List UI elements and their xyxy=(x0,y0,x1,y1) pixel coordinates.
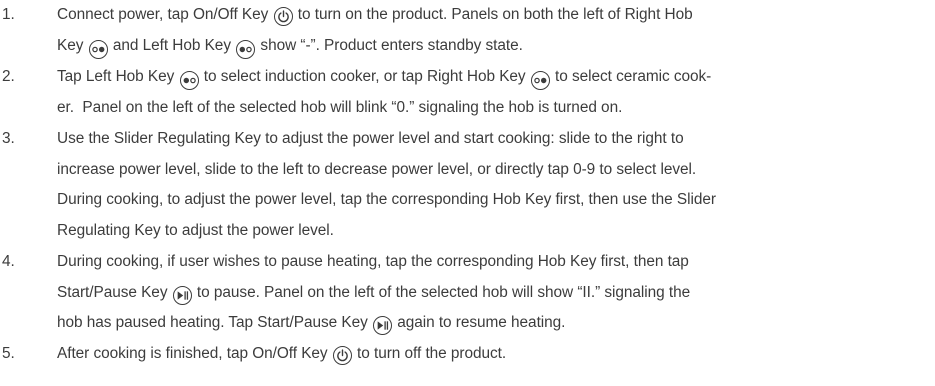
text-line: Key and Left Hob Key show “-”. Product e… xyxy=(57,31,927,62)
start-pause-icon xyxy=(372,316,392,335)
text-segment: to select ceramic cook- xyxy=(550,68,712,85)
step-number: 1. xyxy=(2,6,15,23)
text-line: After cooking is finished, tap On/Off Ke… xyxy=(57,339,927,370)
text-line: Regulating Key to adjust the power level… xyxy=(57,216,927,247)
step-text: After cooking is finished, tap On/Off Ke… xyxy=(57,339,927,370)
step-text: During cooking, if user wishes to pause … xyxy=(57,247,927,339)
step-number: 4. xyxy=(2,253,15,270)
step-number: 5. xyxy=(2,345,15,362)
text-segment: Tap Left Hob Key xyxy=(57,68,179,85)
text-segment: to turn on the product. Panels on both t… xyxy=(293,6,693,23)
text-line: Use the Slider Regulating Key to adjust … xyxy=(57,124,927,155)
text-segment: er. Panel on the left of the selected ho… xyxy=(57,98,623,116)
step-number: 3. xyxy=(2,130,15,147)
text-segment: show “-”. Product enters standby state. xyxy=(256,36,523,54)
step-text: Use the Slider Regulating Key to adjust … xyxy=(57,124,927,246)
text-segment: to pause. Panel on the left of the selec… xyxy=(192,283,691,301)
step-text: Connect power, tap On/Off Key to turn on… xyxy=(57,0,927,61)
step-number: 2. xyxy=(2,68,15,85)
text-line: Start/Pause Key to pause. Panel on the l… xyxy=(57,278,927,309)
text-segment: to turn off the product. xyxy=(352,345,507,362)
text-segment: Regulating Key to adjust the power level… xyxy=(57,221,334,239)
text-segment: hob has paused heating. Tap Start/Pause … xyxy=(57,314,372,331)
text-segment: During cooking, if user wishes to pause … xyxy=(57,253,689,270)
text-segment: and Left Hob Key xyxy=(108,36,236,54)
right-hob-icon xyxy=(530,71,550,90)
text-line: Connect power, tap On/Off Key to turn on… xyxy=(57,0,927,31)
text-segment: Connect power, tap On/Off Key xyxy=(57,6,273,23)
step-text: Tap Left Hob Key to select induction coo… xyxy=(57,62,927,123)
text-segment: increase power level, slide to the left … xyxy=(57,160,697,178)
power-icon xyxy=(273,7,293,26)
start-pause-icon xyxy=(172,285,192,305)
text-line: During cooking, to adjust the power leve… xyxy=(57,185,927,216)
left-hob-icon xyxy=(236,39,256,59)
text-segment: Key xyxy=(57,36,88,54)
text-line: increase power level, slide to the left … xyxy=(57,155,927,186)
text-segment: Start/Pause Key xyxy=(57,283,172,301)
text-segment: to select induction cooker, or tap Right… xyxy=(199,68,530,85)
left-hob-icon xyxy=(179,71,199,90)
text-segment: During cooking, to adjust the power leve… xyxy=(57,191,716,208)
instruction-list: 1. Connect power, tap On/Off Key to turn… xyxy=(0,0,935,386)
text-segment: Use the Slider Regulating Key to adjust … xyxy=(57,130,684,147)
text-line: Tap Left Hob Key to select induction coo… xyxy=(57,62,927,93)
text-line: er. Panel on the left of the selected ho… xyxy=(57,93,927,124)
power-icon xyxy=(332,346,352,365)
text-line: During cooking, if user wishes to pause … xyxy=(57,247,927,278)
text-line: hob has paused heating. Tap Start/Pause … xyxy=(57,308,927,339)
text-segment: After cooking is finished, tap On/Off Ke… xyxy=(57,345,332,362)
right-hob-icon xyxy=(88,39,108,59)
text-segment: again to resume heating. xyxy=(392,314,566,331)
